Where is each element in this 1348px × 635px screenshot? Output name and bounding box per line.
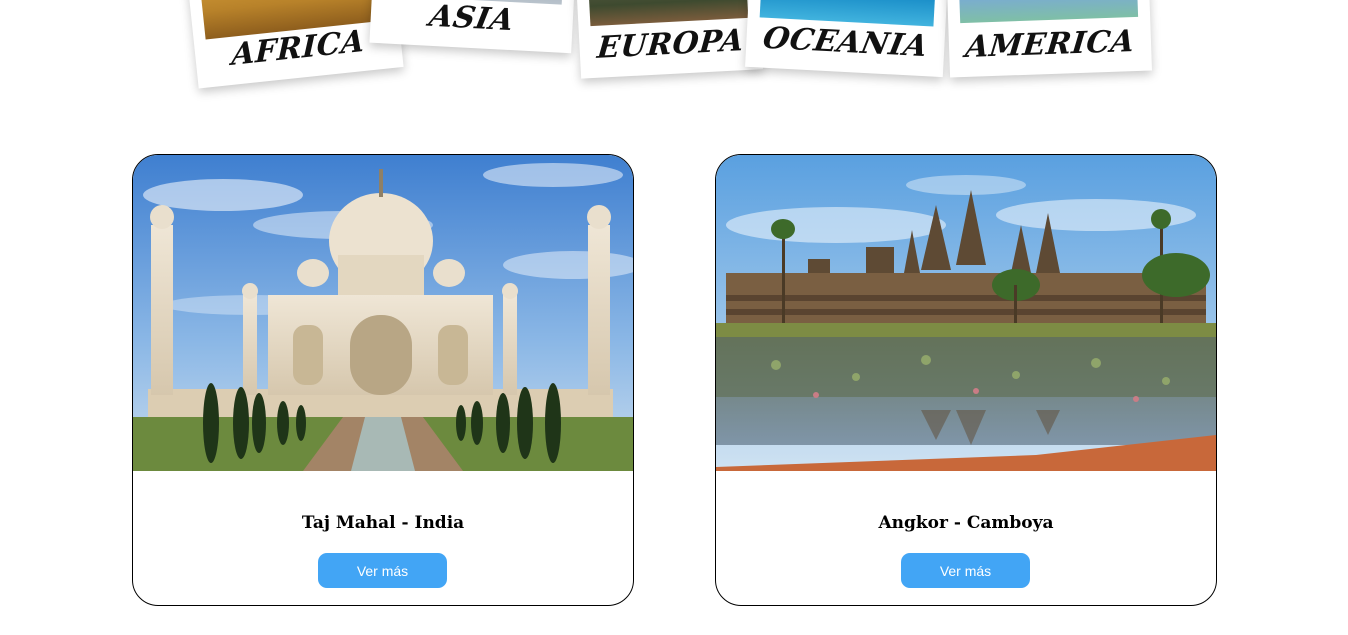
europa-photo [587,0,749,27]
card-title: Taj Mahal - India [301,513,465,533]
continent-label-oceania: OCEANIA [759,20,931,65]
continent-label-america: AMERICA [963,23,1137,66]
continent-label-europa: EUROPA [595,23,746,66]
angkor-wat-photo [716,155,1216,471]
destination-card-angkor: Angkor - Camboya Ver más [715,154,1217,606]
page: AFRICA ASIA EUROPA OCEANIA AMERICA Taj M… [0,0,1348,635]
continent-card-oceania[interactable]: OCEANIA [745,0,949,78]
continent-card-america[interactable]: AMERICA [946,0,1152,78]
continent-label-asia: ASIA [426,0,518,39]
taj-mahal-photo [133,155,633,471]
ver-mas-button[interactable]: Ver más [318,553,447,588]
america-photo [957,0,1139,24]
ver-mas-button[interactable]: Ver más [901,553,1030,588]
card-title: Angkor - Camboya [878,513,1054,533]
continent-card-europa[interactable]: EUROPA [575,0,763,79]
destination-card-taj-mahal: Taj Mahal - India Ver más [132,154,634,606]
